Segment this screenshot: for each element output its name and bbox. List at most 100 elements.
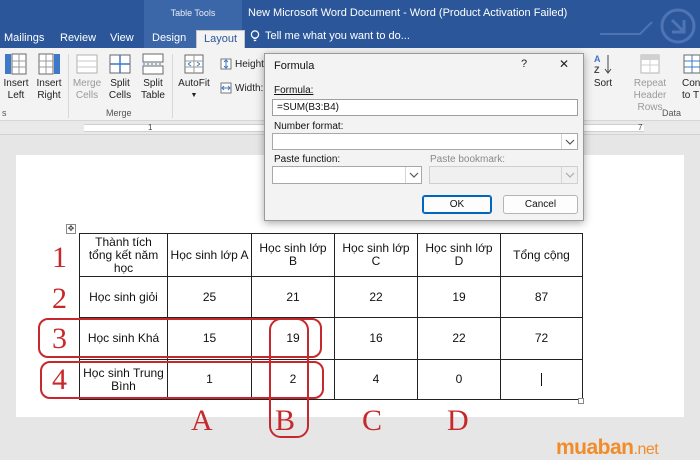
height-label: Height: — [235, 58, 267, 70]
table-cell[interactable]: 21 — [251, 276, 335, 318]
ruler-number: 7 — [638, 123, 643, 132]
table-resize-handle[interactable] — [578, 398, 584, 404]
table-cell[interactable]: 4 — [334, 359, 418, 400]
tab-review[interactable]: Review — [60, 30, 96, 48]
table-cell[interactable]: 22 — [334, 276, 418, 318]
number-format-label: Number format: — [274, 121, 344, 132]
ok-button[interactable]: OK — [422, 195, 492, 214]
column-letter-annotation: A — [191, 404, 213, 437]
formula-input[interactable]: =SUM(B3:B4) — [272, 99, 578, 116]
dialog-title: Formula — [274, 60, 315, 72]
column-width-control[interactable]: Width: — [220, 82, 263, 94]
insert-left-button[interactable]: Insert Left — [2, 52, 30, 102]
split-cells-label: Split Cells — [108, 78, 132, 101]
merge-cells-label: Merge Cells — [72, 78, 102, 101]
insert-right-button[interactable]: Insert Right — [34, 52, 64, 102]
split-cells-button[interactable]: Split Cells — [106, 52, 134, 102]
table-cell[interactable]: 87 — [500, 276, 583, 318]
ruler-number: 1 — [148, 123, 153, 132]
repeat-header-rows-button[interactable]: Repeat Header Rows — [620, 52, 680, 114]
watermark-tld: .net — [633, 441, 659, 458]
chevron-down-icon — [561, 134, 577, 149]
paste-function-select[interactable] — [272, 166, 422, 184]
tab-mailings[interactable]: Mailings — [4, 30, 44, 48]
split-table-icon — [142, 53, 164, 75]
svg-text:Z: Z — [594, 65, 600, 75]
paste-bookmark-select — [429, 166, 578, 184]
table-cell[interactable]: Học sinh lớp C — [334, 233, 418, 277]
watermark-logo: muaban.net — [556, 436, 659, 460]
column-width-icon — [220, 82, 232, 94]
width-label: Width: — [235, 82, 264, 94]
table-cell[interactable]: Thành tích tổng kết năm học — [79, 233, 168, 277]
tell-me-placeholder: Tell me what you want to do... — [265, 30, 410, 42]
total-cell-with-cursor[interactable] — [500, 359, 583, 400]
split-table-button[interactable]: Split Table — [138, 52, 168, 102]
ribbon-separator — [68, 54, 69, 118]
tab-view[interactable]: View — [110, 30, 134, 48]
split-cells-icon — [109, 54, 131, 74]
autofit-label: AutoFit — [178, 78, 210, 89]
insert-right-icon — [38, 53, 60, 75]
formula-dialog: Formula ? ✕ Formula: =SUM(B3:B4) Number … — [264, 53, 584, 221]
merge-cells-icon — [76, 54, 98, 74]
convert-to-text-label: Con to T — [682, 78, 700, 101]
column-letter-annotation: D — [447, 404, 469, 437]
table-cell[interactable]: Học sinh lớp D — [417, 233, 501, 277]
paste-function-label: Paste function: — [274, 154, 341, 165]
sort-az-icon: A Z — [594, 54, 612, 75]
watermark-brand: muaban — [556, 436, 634, 459]
help-button[interactable]: ? — [521, 58, 527, 70]
merge-cells-button[interactable]: Merge Cells — [72, 52, 102, 102]
cancel-button[interactable]: Cancel — [503, 195, 578, 214]
decorative-circuit-icon — [600, 8, 696, 44]
tab-layout[interactable]: Layout — [196, 30, 246, 48]
insert-right-label: Insert Right — [36, 78, 62, 101]
group-label-merge: Merge — [106, 108, 132, 118]
table-cell[interactable]: 0 — [417, 359, 501, 400]
row-height-control[interactable]: Height: — [220, 58, 267, 70]
group-label-rows: s — [2, 108, 7, 118]
column-letter-annotation: C — [362, 404, 383, 437]
table-row: Thành tích tổng kết năm học Học sinh lớp… — [79, 233, 583, 277]
tab-design[interactable]: Design — [152, 30, 186, 48]
insert-left-icon — [5, 53, 27, 75]
tell-me-box[interactable]: Tell me what you want to do... — [250, 30, 410, 42]
document-title: New Microsoft Word Document - Word (Prod… — [248, 7, 568, 19]
chevron-down-icon — [561, 167, 577, 183]
row-number-annotation: 1 — [52, 241, 67, 274]
close-icon[interactable]: ✕ — [559, 57, 569, 71]
table-cell[interactable]: 16 — [334, 317, 418, 360]
formula-label: Formula: — [274, 85, 314, 96]
text-cursor — [541, 373, 542, 387]
table-cell[interactable]: 22 — [417, 317, 501, 360]
repeat-header-rows-icon — [640, 54, 660, 74]
sort-button[interactable]: A Z Sort — [590, 52, 616, 90]
svg-text:A: A — [594, 54, 601, 64]
table-cell[interactable]: Tổng cộng — [500, 233, 583, 277]
table-move-handle-icon[interactable]: ✥ — [66, 224, 76, 234]
ribbon-separator — [172, 54, 173, 118]
number-format-select[interactable] — [272, 133, 578, 150]
insert-left-label: Insert Left — [3, 78, 29, 101]
table-row: Học sinh giỏi 25 21 22 19 87 — [79, 276, 583, 318]
table-cell[interactable]: Học sinh giỏi — [79, 276, 168, 318]
row-height-icon — [220, 58, 232, 70]
group-label-data: Data — [662, 108, 682, 118]
split-table-label: Split Table — [141, 78, 165, 101]
chevron-down-icon: ▼ — [190, 92, 198, 99]
autofit-button[interactable]: AutoFit ▼ — [176, 52, 212, 102]
table-cell[interactable]: Học sinh lớp A — [167, 233, 252, 277]
table-cell[interactable]: 25 — [167, 276, 252, 318]
table-cell[interactable]: 19 — [417, 276, 501, 318]
chevron-down-icon — [405, 167, 421, 183]
lightbulb-icon — [250, 30, 260, 42]
row-number-annotation: 2 — [52, 282, 67, 315]
convert-to-text-icon — [683, 54, 700, 74]
table-cell[interactable]: 72 — [500, 317, 583, 360]
highlight-column-b — [269, 318, 309, 438]
convert-to-text-button[interactable]: Con to T — [682, 52, 700, 102]
autofit-icon — [184, 54, 204, 74]
table-cell[interactable]: Học sinh lớp B — [251, 233, 335, 277]
sort-label: Sort — [593, 78, 613, 89]
